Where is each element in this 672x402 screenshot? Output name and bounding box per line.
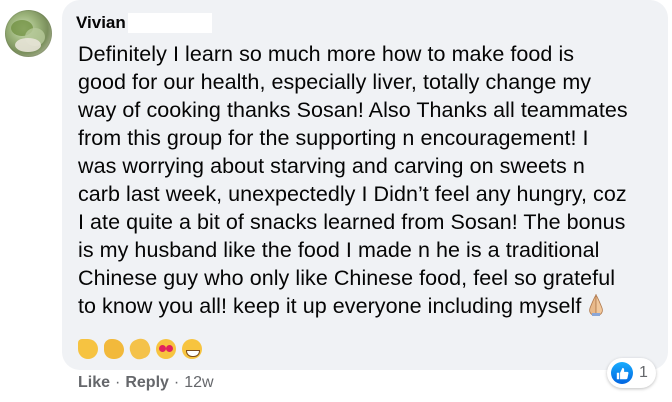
comment-line: carb last week, unexpectedly I Didn’t fe… [78,182,627,206]
comment-line-text: to know you all! keep it up everyone inc… [78,294,582,318]
author-name[interactable]: Vivian [76,13,126,33]
like-icon [611,362,633,384]
reply-button[interactable]: Reply [125,374,169,392]
thumbs-up-icon [78,339,98,359]
comment-line: Chinese guy who only like Chinese food, … [78,266,616,290]
smiling-face-with-hearts-icon [156,339,176,359]
thumbs-up-glyph [616,367,628,379]
comment-actions: Like · Reply · 12w [78,374,214,392]
folded-hands-icon [589,294,604,316]
comment-line: from this group for the supporting n enc… [78,126,589,150]
avatar[interactable] [5,10,52,57]
comment-text: Definitely I learn so much more how to m… [78,40,663,320]
comment-line: I ate quite a bit of snacks learned from… [78,210,626,234]
comment-line: way of cooking thanks Sosan! Also Thanks… [78,98,628,122]
author-row: Vivian [76,12,212,34]
comment-line: Definitely I learn so much more how to m… [78,42,575,66]
comment-line: was worrying about starving and carving … [78,154,585,178]
grinning-face-icon [182,339,202,359]
reaction-count: 1 [639,364,648,381]
emoji-row [78,336,202,362]
comment-line: good for our health, especially liver, t… [78,70,592,94]
reaction-summary[interactable]: 1 [607,358,656,388]
separator: · [173,374,180,391]
separator: · [115,374,121,391]
timestamp-link[interactable]: 12w [184,374,213,392]
redaction-box [127,13,212,33]
comment: Vivian Definitely I learn so much more h… [0,0,672,402]
comment-line: is my husband like the food I made n he … [78,238,600,262]
flexed-biceps-icon [104,339,124,359]
clapping-hands-icon [127,336,153,362]
comment-line-last: to know you all! keep it up everyone inc… [78,292,663,320]
like-button[interactable]: Like [78,374,110,392]
